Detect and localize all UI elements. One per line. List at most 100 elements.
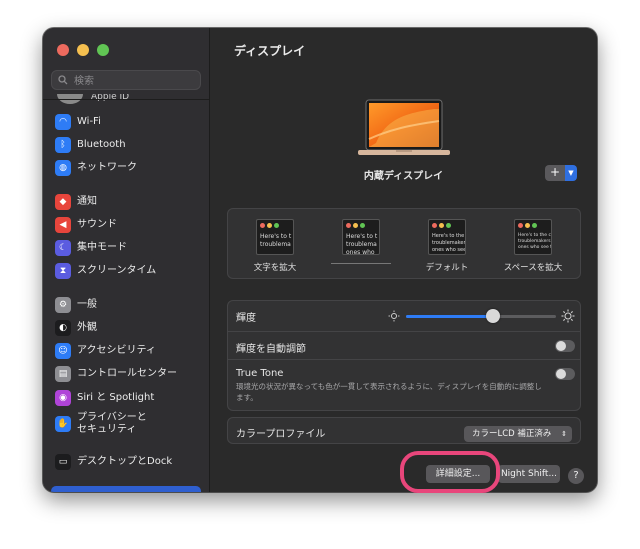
resolution-option[interactable]: Here's to the troublemakers ones who see…: [408, 219, 486, 273]
search-input[interactable]: [72, 72, 196, 90]
preview-dot: [346, 223, 351, 228]
preview-dot: [274, 223, 279, 228]
apple-id-label: Apple ID: [91, 94, 130, 102]
color-profile-select[interactable]: カラーLCD 補正済み ⇕: [464, 426, 572, 442]
sidebar: Apple ID ◠ Wi-Fi ᛒ Bluetooth ◍ ネットワーク ◆ 通知 ◀ サウンド…: [43, 28, 210, 492]
window-controls: [57, 44, 109, 56]
sidebar-item-appearance[interactable]: ◐ 外観: [49, 317, 203, 339]
color-profile-value: カラーLCD 補正済み: [472, 429, 552, 439]
resolution-panel: Here's to t troublema 文字を拡大 Here's to t tr…: [227, 208, 581, 279]
resolution-preview: Here's to the troublemakers ones who see…: [428, 219, 466, 255]
divider: [228, 359, 580, 360]
sidebar-item-label: コントロールセンター: [77, 368, 177, 379]
sidebar-item-wifi[interactable]: ◠ Wi-Fi: [49, 111, 203, 133]
highlight-annotation: [400, 451, 500, 493]
preview-dot: [267, 223, 272, 228]
sidebar-item-bell[interactable]: ◆ 通知: [49, 191, 203, 213]
display-name-label: 内蔵ディスプレイ: [363, 171, 444, 182]
appearance-icon: ◐: [55, 320, 71, 336]
resolution-option[interactable]: Here's to t troublema ones who: [322, 219, 400, 264]
resolution-preview: Here's to the crazy troublemakers. The o…: [514, 219, 552, 255]
apple-id-item[interactable]: Apple ID: [53, 94, 203, 106]
system-settings-window: Apple ID ◠ Wi-Fi ᛒ Bluetooth ◍ ネットワーク ◆ 通知 ◀ サウンド…: [43, 28, 597, 492]
page-title: ディスプレイ: [234, 44, 306, 58]
sidebar-item-label: 外観: [77, 322, 97, 333]
search-field[interactable]: [51, 70, 201, 90]
brightness-slider-fill: [406, 315, 493, 318]
preview-text: Here's to the crazy troublemakers. The o…: [518, 233, 552, 250]
sidebar-item-speaker[interactable]: ◀ サウンド: [49, 214, 203, 236]
color-profile-panel: カラープロファイル カラーLCD 補正済み ⇕: [227, 417, 581, 444]
resolution-option-label: 文字を拡大: [253, 263, 297, 273]
help-button[interactable]: ?: [568, 468, 584, 484]
add-display-button[interactable]: +: [545, 165, 565, 181]
sidebar-item-moon[interactable]: ☾ 集中モード: [49, 237, 203, 259]
search-icon: [58, 75, 68, 85]
speaker-icon: ◀: [55, 217, 71, 233]
sidebar-item-hand[interactable]: ✋ プライバシーと セキュリティ: [49, 410, 203, 438]
sidebar-item-accessibility[interactable]: ☺ アクセシビリティ: [49, 340, 203, 362]
bluetooth-icon: ᛒ: [55, 137, 71, 153]
preview-dot: [432, 223, 437, 228]
sidebar-item-gear[interactable]: ⚙ 一般: [49, 294, 203, 316]
preview-text: Here's to the troublemakers ones who see…: [432, 233, 466, 253]
sidebar-item-label: デスクトップとDock: [77, 456, 173, 467]
resolution-option[interactable]: Here's to the crazy troublemakers. The o…: [494, 219, 572, 273]
hand-icon: ✋: [55, 416, 71, 432]
minimize-button[interactable]: [77, 44, 89, 56]
close-button[interactable]: [57, 44, 69, 56]
sidebar-item-siri[interactable]: ◉ Siri と Spotlight: [49, 387, 203, 409]
zoom-button[interactable]: [97, 44, 109, 56]
auto-brightness-toggle[interactable]: [555, 340, 575, 352]
preview-dot: [260, 223, 265, 228]
preview-text: Here's to t troublema: [260, 233, 292, 248]
preview-text: Here's to t troublema ones who: [346, 233, 378, 255]
brightness-slider-knob[interactable]: [486, 309, 500, 323]
sun-small-icon: [388, 310, 400, 322]
preview-dot: [518, 223, 523, 228]
brightness-slider[interactable]: [406, 309, 556, 323]
siri-icon: ◉: [55, 390, 71, 406]
sidebar-item-hourglass[interactable]: ⧗ スクリーンタイム: [49, 260, 203, 282]
resolution-option[interactable]: Here's to t troublema 文字を拡大: [236, 219, 314, 273]
resolution-option-label: デフォルト: [425, 263, 469, 273]
sidebar-item-globe[interactable]: ◍ ネットワーク: [49, 157, 203, 179]
main-pane: ディスプレイ 内蔵ディスプレイ + ▼ Here's to t troublem…: [210, 28, 597, 492]
gear-icon: ⚙: [55, 297, 71, 313]
resolution-preview: Here's to t troublema ones who: [342, 219, 380, 255]
true-tone-toggle[interactable]: [555, 368, 575, 380]
preview-dot: [360, 223, 365, 228]
sidebar-item-label: 通知: [77, 196, 97, 207]
dock-icon: ▭: [55, 454, 71, 470]
sidebar-item-label: スクリーンタイム: [77, 265, 157, 276]
add-display-menu-chevron-icon[interactable]: ▼: [565, 165, 577, 181]
resolution-option-label: スペースを拡大: [503, 263, 563, 273]
preview-dot: [353, 223, 358, 228]
night-shift-button[interactable]: Night Shift...: [498, 465, 560, 483]
preview-dot: [439, 223, 444, 228]
sidebar-item-label: アクセシビリティ: [77, 345, 156, 356]
preview-dot: [525, 223, 530, 228]
divider: [228, 331, 580, 332]
resolution-selected-indicator: [331, 263, 391, 264]
sidebar-item-label: Wi-Fi: [77, 116, 101, 127]
sidebar-item-displays-selected[interactable]: [51, 486, 201, 492]
brightness-panel: 輝度 輝度を自動調節 True Tone 環境光の状況が異なっても色が一貫して表…: [227, 300, 581, 411]
sidebar-item-label: プライバシーと セキュリティ: [77, 412, 147, 435]
updown-chevron-icon: ⇕: [561, 430, 567, 438]
resolution-preview: Here's to t troublema: [256, 219, 294, 255]
sidebar-item-control-center[interactable]: ▤ コントロールセンター: [49, 363, 203, 385]
preview-dot: [532, 223, 537, 228]
accessibility-icon: ☺: [55, 343, 71, 359]
bell-icon: ◆: [55, 194, 71, 210]
sidebar-item-bluetooth[interactable]: ᛒ Bluetooth: [49, 134, 203, 156]
sidebar-item-label: サウンド: [77, 219, 117, 230]
add-display-control[interactable]: + ▼: [545, 165, 577, 181]
hourglass-icon: ⧗: [55, 263, 71, 279]
sun-large-icon: [561, 309, 575, 323]
sidebar-item-dock[interactable]: ▭ デスクトップとDock: [49, 451, 203, 473]
sidebar-item-label: 集中モード: [77, 242, 127, 253]
sidebar-item-label: 一般: [77, 299, 97, 310]
wifi-icon: ◠: [55, 114, 71, 130]
color-profile-label: カラープロファイル: [236, 429, 326, 440]
